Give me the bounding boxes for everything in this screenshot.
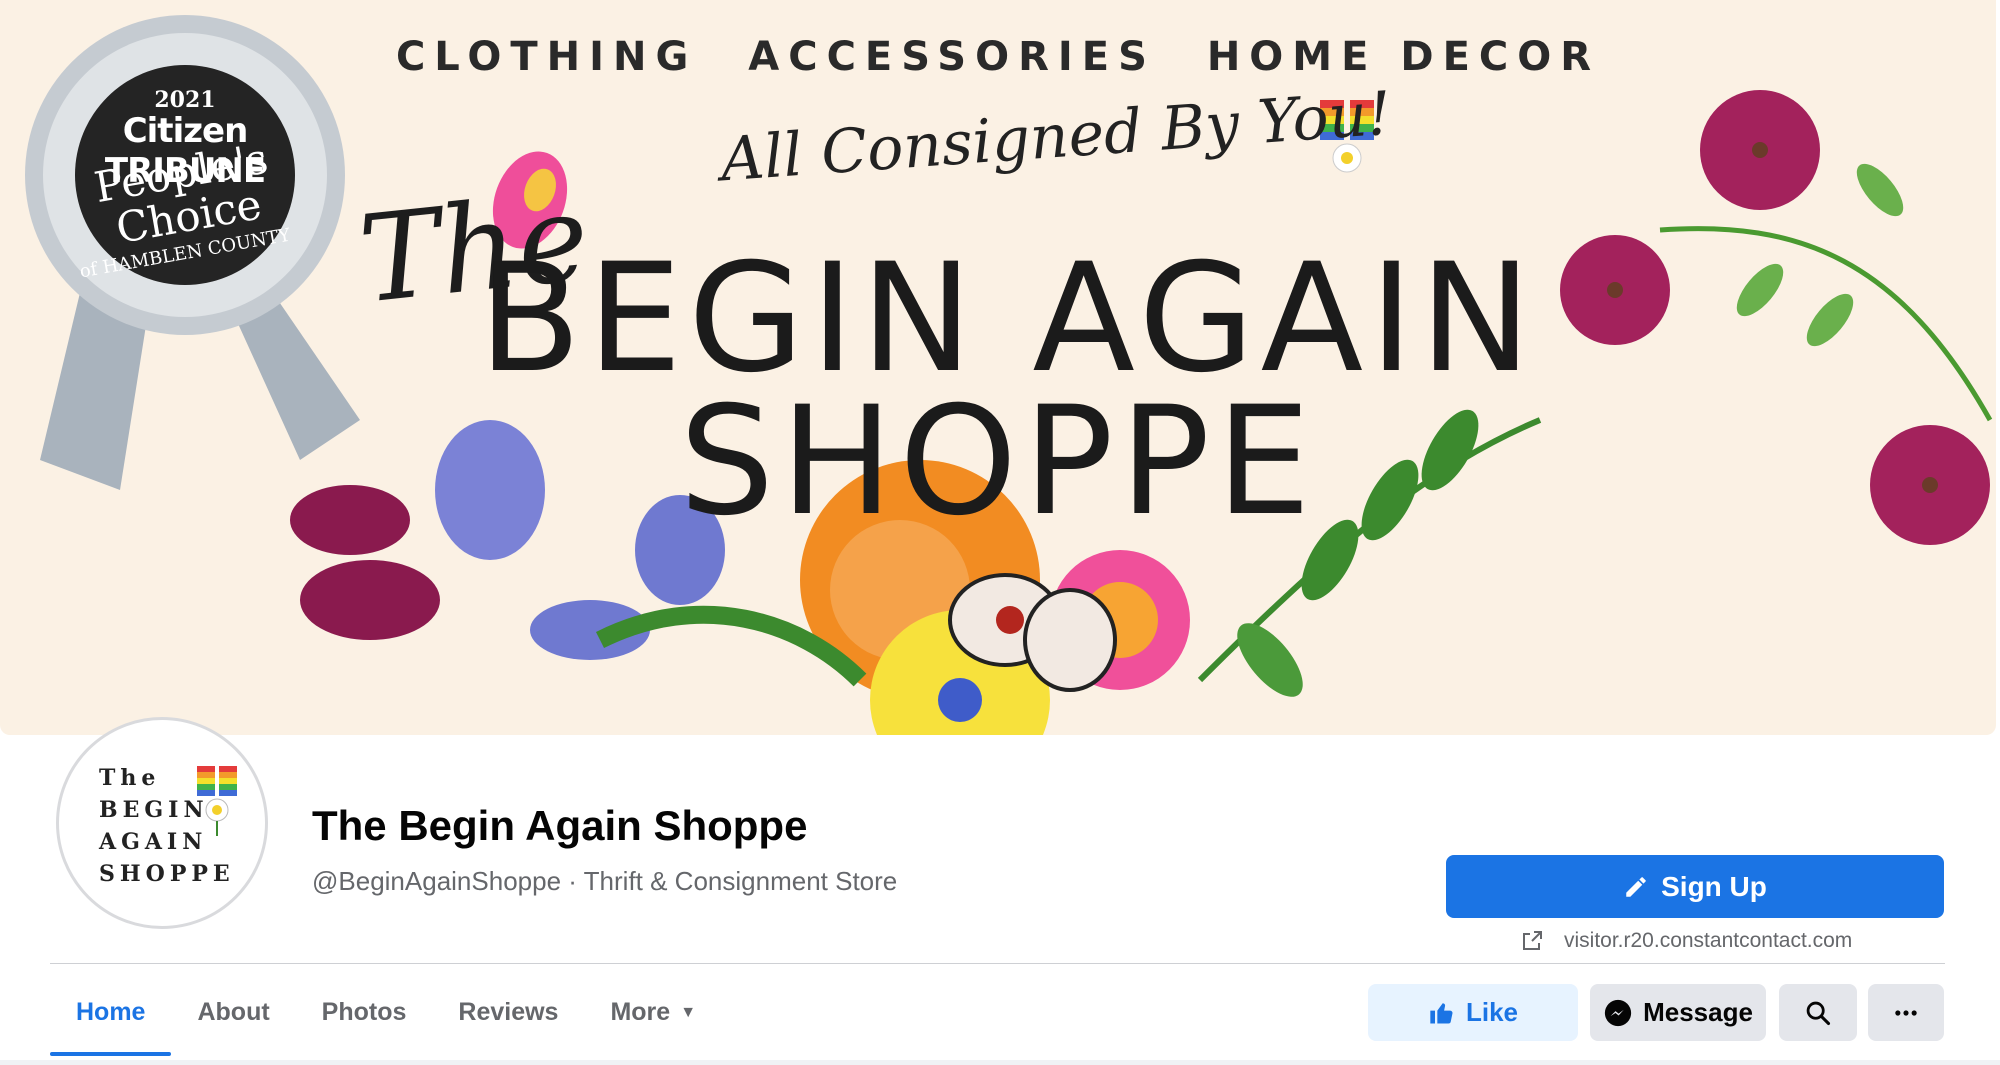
search-icon xyxy=(1806,1001,1831,1025)
external-link[interactable]: visitor.r20.constantcontact.com xyxy=(1520,925,1852,957)
tab-reviews[interactable]: Reviews xyxy=(432,965,584,1060)
tab-home[interactable]: Home xyxy=(50,965,172,1060)
award-badge: 2021 Citizen TRIBUNE People's Choice of … xyxy=(30,20,340,330)
thumbs-up-icon xyxy=(1430,1002,1453,1024)
like-label: Like xyxy=(1465,997,1519,1027)
cover-photo[interactable]: CLOTHING ACCESSORIES HOME DECOR All Cons… xyxy=(0,0,1996,735)
external-link-url: visitor.r20.constantcontact.com xyxy=(1564,929,1853,952)
bottom-border xyxy=(0,1060,2000,1065)
tab-label: Home xyxy=(76,998,146,1026)
like-button[interactable]: Like xyxy=(1368,984,1578,1041)
avatar-line: SHOPPE xyxy=(99,861,235,887)
page-title: The Begin Again Shoppe xyxy=(312,802,808,849)
sign-up-label: Sign Up xyxy=(1661,870,1767,902)
more-options-button[interactable] xyxy=(1868,984,1944,1041)
badge-year: 2021 xyxy=(154,87,216,113)
cover-name-line2: SHOPPE xyxy=(679,375,1317,549)
tab-photos[interactable]: Photos xyxy=(296,965,433,1060)
pencil-icon xyxy=(1626,876,1646,897)
tab-label: More xyxy=(610,998,671,1026)
tagline-clothing: CLOTHING xyxy=(395,34,698,80)
tab-label: Reviews xyxy=(458,998,559,1026)
header-divider xyxy=(50,963,1945,964)
caret-down-icon: ▼ xyxy=(680,1003,697,1021)
message-button[interactable]: Message xyxy=(1590,984,1766,1041)
tagline-home-decor: HOME DECOR xyxy=(1206,34,1601,80)
sign-up-button[interactable]: Sign Up xyxy=(1446,855,1944,918)
profile-avatar[interactable]: The BEGIN AGAIN SHOPPE xyxy=(56,717,268,929)
tab-about[interactable]: About xyxy=(171,965,295,1060)
messenger-icon xyxy=(1604,999,1632,1026)
tab-more[interactable]: More ▼ xyxy=(584,965,722,1060)
search-button[interactable] xyxy=(1779,984,1857,1041)
tab-label: About xyxy=(197,998,270,1026)
message-label: Message xyxy=(1643,997,1753,1027)
ellipsis-icon xyxy=(1895,1009,1917,1016)
butterfly-icon xyxy=(197,766,237,836)
external-link-icon xyxy=(1523,931,1542,950)
tagline-accessories: ACCESSORIES xyxy=(748,34,1156,80)
award-badge-seal: 2021 Citizen TRIBUNE People's Choice of … xyxy=(75,65,295,285)
page-tabs: Home About Photos Reviews More ▼ xyxy=(50,965,722,1060)
page-handle-category: @BeginAgainShoppe · Thrift & Consignment… xyxy=(312,866,898,896)
tab-label: Photos xyxy=(321,998,407,1026)
